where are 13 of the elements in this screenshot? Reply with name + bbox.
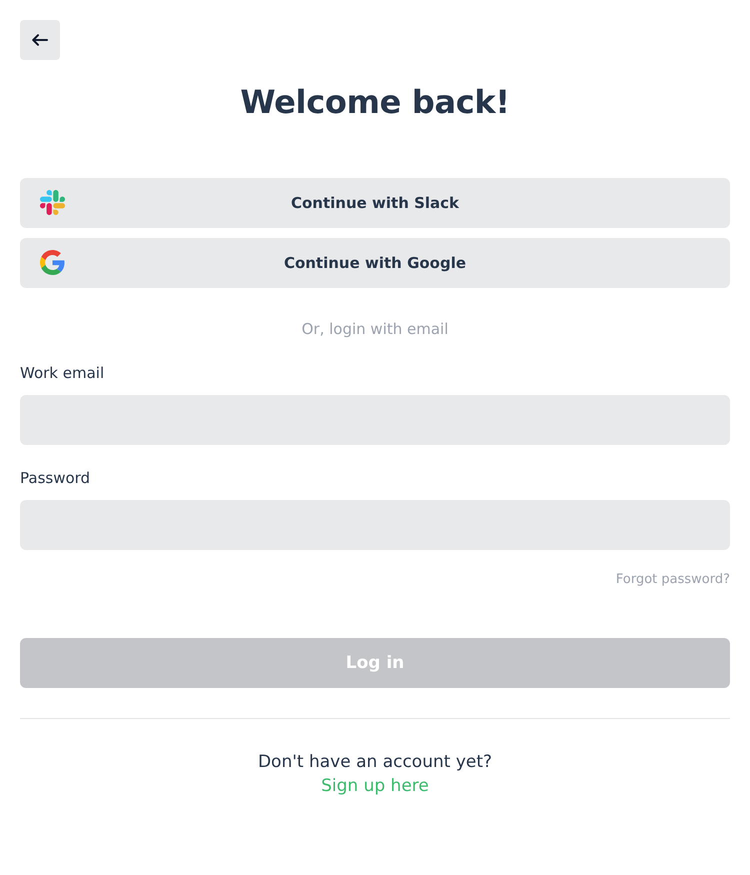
back-arrow-icon [32,34,48,46]
signup-prompt: Don't have an account yet? [258,751,492,774]
google-login-button[interactable]: Continue with Google [20,238,730,288]
back-button[interactable] [20,20,60,60]
forgot-password-link[interactable]: Forgot password? [616,572,730,588]
slack-login-button[interactable]: Continue with Slack [20,178,730,228]
field-label: Work email [20,363,104,383]
slack-logo-icon [40,190,65,215]
separator-text: Or, login with email [302,319,448,339]
field-label: Password [20,468,90,488]
signup-link[interactable]: Sign up here [321,774,429,798]
google-logo-icon [40,250,65,275]
page-title: Welcome back! [240,82,510,123]
